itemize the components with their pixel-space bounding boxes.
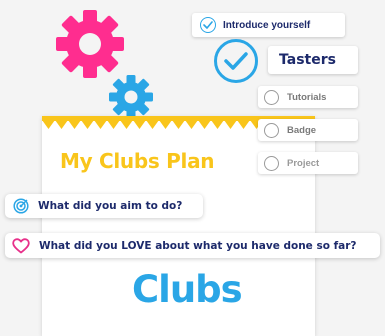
checklist-item-project[interactable]: Project [258,152,358,174]
checklist-item-tasters[interactable]: Tasters [268,46,358,74]
checklist-item-introduce-yourself[interactable]: Introduce yourself [192,13,345,37]
pending-circle-icon [264,122,279,138]
pending-circle-icon [264,155,279,171]
current-step-check-icon [214,39,258,83]
target-icon [13,198,29,214]
checklist-label: Project [287,157,320,169]
checklist-item-badge[interactable]: Badge [258,119,358,141]
question-love[interactable]: What did you LOVE about what you have do… [5,233,380,258]
checklist-label: Badge [287,124,317,136]
pending-circle-icon [264,89,279,105]
heart-icon [12,237,30,253]
blue-gear-icon [109,75,153,119]
pink-gear-icon [56,10,124,78]
question-label: What did you LOVE about what you have do… [39,239,357,252]
question-label: What did you aim to do? [38,200,183,212]
checklist-label: Introduce yourself [223,19,311,31]
logo-text: Clubs [132,268,243,311]
checklist-label: Tasters [279,52,336,68]
check-circle-icon [200,17,216,33]
checklist-label: Tutorials [287,91,327,103]
question-aim[interactable]: What did you aim to do? [5,194,203,218]
clubs-logo: Clubs [132,268,243,311]
card-title: My Clubs Plan [60,149,215,173]
checklist-item-tutorials[interactable]: Tutorials [258,86,358,108]
